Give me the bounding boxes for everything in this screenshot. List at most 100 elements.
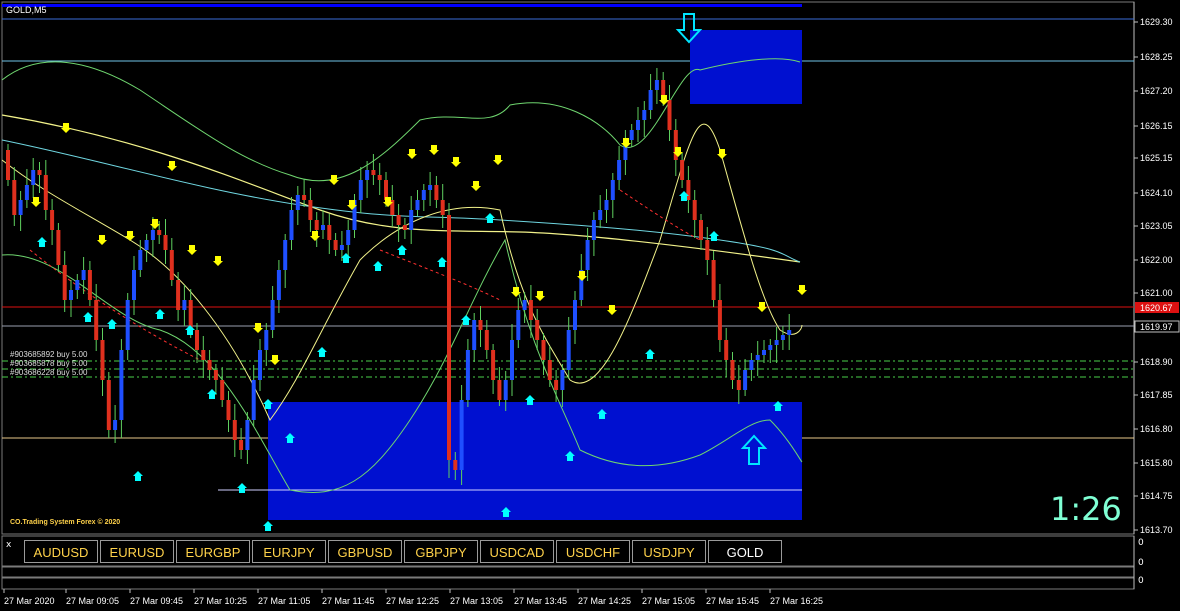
candle-body (289, 210, 294, 240)
order-label-1[interactable]: #903685892 buy 5.00 (10, 350, 87, 359)
support-zone (268, 402, 802, 520)
candle-body (453, 460, 458, 470)
order-label-2[interactable]: #903685878 buy 5.00 (10, 359, 87, 368)
candle-body (591, 220, 596, 240)
candle-body (459, 400, 464, 470)
buy-arrow-icon (485, 213, 495, 223)
candle-body (503, 380, 508, 400)
price-tick-label: 1628.25 (1140, 52, 1173, 62)
candle-body (119, 350, 124, 420)
sell-arrow-icon (757, 302, 767, 312)
candle-body (283, 240, 288, 270)
time-tick-label: 27 Mar 16:25 (770, 596, 823, 606)
price-tick-label: 1622.00 (1140, 255, 1173, 265)
sell-arrow-icon (493, 155, 503, 165)
sell-arrow-icon (329, 175, 339, 185)
candle-timer: 1:26 (1050, 490, 1122, 528)
time-tick-label: 27 Mar 14:25 (578, 596, 631, 606)
chart-canvas[interactable]: 1629.30 1628.25 1627.20 1626.15 1625.15 1624.… (0, 0, 1180, 611)
sell-arrow-icon (167, 161, 177, 171)
candle-body (264, 330, 269, 350)
candle-body (195, 330, 199, 350)
candle-body (62, 265, 67, 300)
price-tick-label: 1615.80 (1140, 458, 1173, 468)
symbol-button-usdcad[interactable]: USDCAD (480, 540, 554, 563)
candle-body (554, 380, 559, 390)
candle-body (447, 215, 451, 460)
sell-arrow-icon (270, 355, 280, 365)
candle-body (132, 270, 136, 300)
candle-body (239, 440, 244, 450)
candle-body (339, 245, 344, 250)
sell-arrow-icon (451, 157, 461, 167)
buy-arrow-icon (107, 319, 117, 329)
moving-average-yellow (1, 114, 801, 263)
candle-body (321, 225, 325, 230)
candle-body (755, 355, 760, 360)
time-tick-label: 27 Mar 2020 (4, 596, 55, 606)
candle-body (106, 380, 111, 430)
candle-body (371, 170, 376, 175)
candle-body (629, 130, 634, 140)
symbol-button-eurusd[interactable]: EURUSD (100, 540, 174, 563)
candle-body (528, 300, 533, 320)
candle-body (213, 370, 218, 380)
candle-body (69, 290, 73, 300)
current-price-label: 1619.97 (1140, 322, 1173, 332)
candle-body (472, 320, 477, 350)
sell-arrow-icon (797, 285, 807, 295)
close-indicator-icon[interactable]: x (6, 540, 11, 550)
sell-arrow-icon (150, 219, 160, 229)
candle-body (75, 280, 80, 290)
price-tick-label: 1626.15 (1140, 121, 1173, 131)
time-tick-label: 27 Mar 12:25 (386, 596, 439, 606)
price-tick-label: 1614.75 (1140, 491, 1173, 501)
candle-body (585, 240, 590, 270)
candle-body (522, 300, 527, 310)
candle-body (743, 370, 748, 390)
symbol-button-gbpusd[interactable]: GBPUSD (328, 540, 402, 563)
symbol-button-usdchf[interactable]: USDCHF (556, 540, 630, 563)
candle-body (182, 300, 187, 310)
buy-arrow-icon (133, 471, 143, 481)
symbol-button-eurgbp[interactable]: EURGBP (176, 540, 250, 563)
candle-body (491, 350, 496, 380)
candle-body (730, 360, 735, 380)
candle-body (176, 280, 181, 310)
sell-arrow-icon (31, 197, 41, 207)
candle-body (780, 335, 785, 340)
symbol-button-gbpjpy[interactable]: GBPJPY (404, 540, 478, 563)
symbol-button-audusd[interactable]: AUDUSD (24, 540, 98, 563)
window-title: GOLD,M5 (6, 5, 47, 15)
candle-body (680, 160, 685, 180)
candle-body (31, 170, 36, 185)
candle-body (37, 170, 42, 175)
candle-body (138, 250, 143, 270)
candle-body (396, 215, 401, 225)
candle-body (648, 90, 653, 110)
candle-body (428, 185, 433, 190)
price-tick-label: 1624.10 (1140, 188, 1173, 198)
candle-body (169, 250, 174, 280)
buy-arrow-icon (341, 253, 351, 263)
candle-body (56, 230, 61, 265)
sell-arrow-icon (213, 256, 223, 266)
buy-arrow-icon (37, 237, 47, 247)
symbol-button-eurjpy[interactable]: EURJPY (252, 540, 326, 563)
buy-arrow-icon (645, 349, 655, 359)
sell-arrow-icon (97, 235, 107, 245)
symbol-button-gold[interactable]: GOLD (708, 540, 782, 563)
symbol-button-usdjpy[interactable]: USDJPY (632, 540, 706, 563)
time-tick-label: 27 Mar 09:45 (130, 596, 183, 606)
sell-arrow-icon (429, 145, 439, 155)
candle-body (573, 300, 577, 330)
sell-arrow-icon (471, 181, 481, 191)
candle-body (276, 270, 281, 300)
time-tick-label: 27 Mar 10:25 (194, 596, 247, 606)
candle-body (358, 180, 363, 200)
sell-arrow-icon (535, 291, 545, 301)
order-label-3[interactable]: #903686228 buy 5.00 (10, 368, 87, 377)
sell-arrow-icon (125, 231, 135, 241)
sell-arrow-icon (187, 245, 197, 255)
candle-body (24, 185, 29, 200)
